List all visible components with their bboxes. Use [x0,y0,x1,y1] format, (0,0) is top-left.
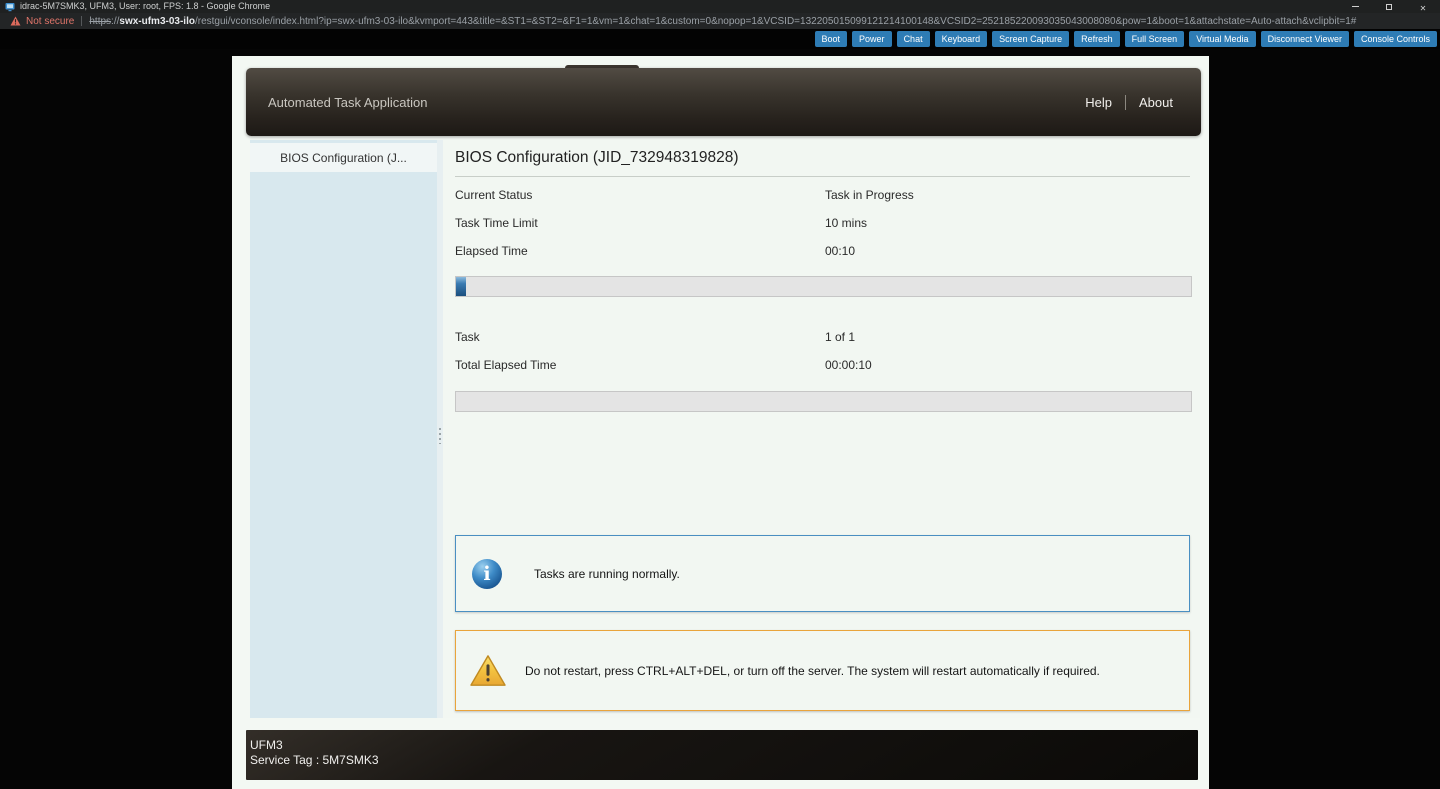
full-screen-button[interactable]: Full Screen [1125,31,1185,47]
minimize-icon [1352,6,1359,7]
title-divider [455,176,1190,177]
page-title: BIOS Configuration (JID_732948319828) [455,149,739,167]
console-controls-button[interactable]: Console Controls [1354,31,1437,47]
field-label: Current Status [455,188,532,202]
field-label: Task Time Limit [455,216,538,230]
disconnect-viewer-button[interactable]: Disconnect Viewer [1261,31,1349,47]
warning-message-box: Do not restart, press CTRL+ALT+DEL, or t… [455,630,1190,711]
url-scheme: https [89,16,111,27]
app-body: BIOS Configuration (J... BIOS Configurat… [250,140,1200,718]
field-current-status: Current Status Task in Progress [455,188,1190,203]
kvm-toolbar: Boot Power Chat Keyboard Screen Capture … [0,29,1440,49]
chat-button[interactable]: Chat [897,31,930,47]
field-label: Task [455,330,480,344]
minimize-button[interactable] [1350,2,1360,12]
browser-titlebar: idrac-5M7SMK3, UFM3, User: root, FPS: 1.… [0,0,1440,13]
field-label: Total Elapsed Time [455,358,556,372]
info-message: Tasks are running normally. [534,567,680,581]
window-controls [1350,2,1428,12]
security-label: Not secure [26,16,74,27]
field-value: Task in Progress [825,188,914,202]
info-icon: i [472,559,502,589]
kvm-stage: Automated Task Application Help About BI… [0,49,1440,789]
power-button[interactable]: Power [852,31,892,47]
about-link[interactable]: About [1139,95,1173,110]
footer-model: UFM3 [250,738,1198,753]
remote-console-screen: Automated Task Application Help About BI… [232,56,1209,789]
tab-favicon-icon [5,2,15,12]
screen-capture-button[interactable]: Screen Capture [992,31,1069,47]
refresh-button[interactable]: Refresh [1074,31,1120,47]
url-text: https://swx-ufm3-03-ilo/restgui/vconsole… [89,16,1356,27]
header-links: Help About [1085,95,1173,110]
warning-message: Do not restart, press CTRL+ALT+DEL, or t… [525,664,1100,678]
window-title: idrac-5M7SMK3, UFM3, User: root, FPS: 1.… [20,0,1350,13]
warning-triangle-icon [469,654,507,688]
app-title: Automated Task Application [268,95,1085,110]
header-link-divider [1125,95,1126,110]
maximize-icon [1386,4,1392,10]
keyboard-button[interactable]: Keyboard [935,31,988,47]
not-secure-warning-icon[interactable] [10,16,21,26]
boot-button[interactable]: Boot [815,31,848,47]
url-path: /restgui/vconsole/index.html?ip=swx-ufm3… [195,16,1356,27]
field-value: 1 of 1 [825,330,855,344]
task-progress-fill [456,277,466,296]
virtual-media-button[interactable]: Virtual Media [1189,31,1255,47]
field-value: 10 mins [825,216,867,230]
url-host: swx-ufm3-03-ilo [119,16,195,27]
field-task-time-limit: Task Time Limit 10 mins [455,216,1190,231]
field-task-count: Task 1 of 1 [455,330,1190,345]
field-total-elapsed-time: Total Elapsed Time 00:00:10 [455,358,1190,373]
address-bar-divider [81,16,82,26]
app-footer: UFM3 Service Tag : 5M7SMK3 [246,730,1198,780]
maximize-button[interactable] [1384,2,1394,12]
field-value: 00:10 [825,244,855,258]
address-bar[interactable]: Not secure https://swx-ufm3-03-ilo/restg… [0,13,1440,29]
field-label: Elapsed Time [455,244,528,258]
footer-service-tag: Service Tag : 5M7SMK3 [250,753,1198,768]
field-value: 00:00:10 [825,358,872,372]
task-detail-panel: BIOS Configuration (JID_732948319828) Cu… [443,140,1200,718]
info-message-box: i Tasks are running normally. [455,535,1190,612]
close-button[interactable] [1418,2,1428,12]
overall-progress-bar [455,391,1192,412]
sidebar-item-bios-configuration[interactable]: BIOS Configuration (J... [250,143,437,172]
splitter-grip-icon [439,428,441,444]
app-header: Automated Task Application Help About [246,68,1201,136]
task-sidebar: BIOS Configuration (J... [250,140,437,718]
task-progress-bar [455,276,1192,297]
field-elapsed-time: Elapsed Time 00:10 [455,244,1190,259]
help-link[interactable]: Help [1085,95,1112,110]
